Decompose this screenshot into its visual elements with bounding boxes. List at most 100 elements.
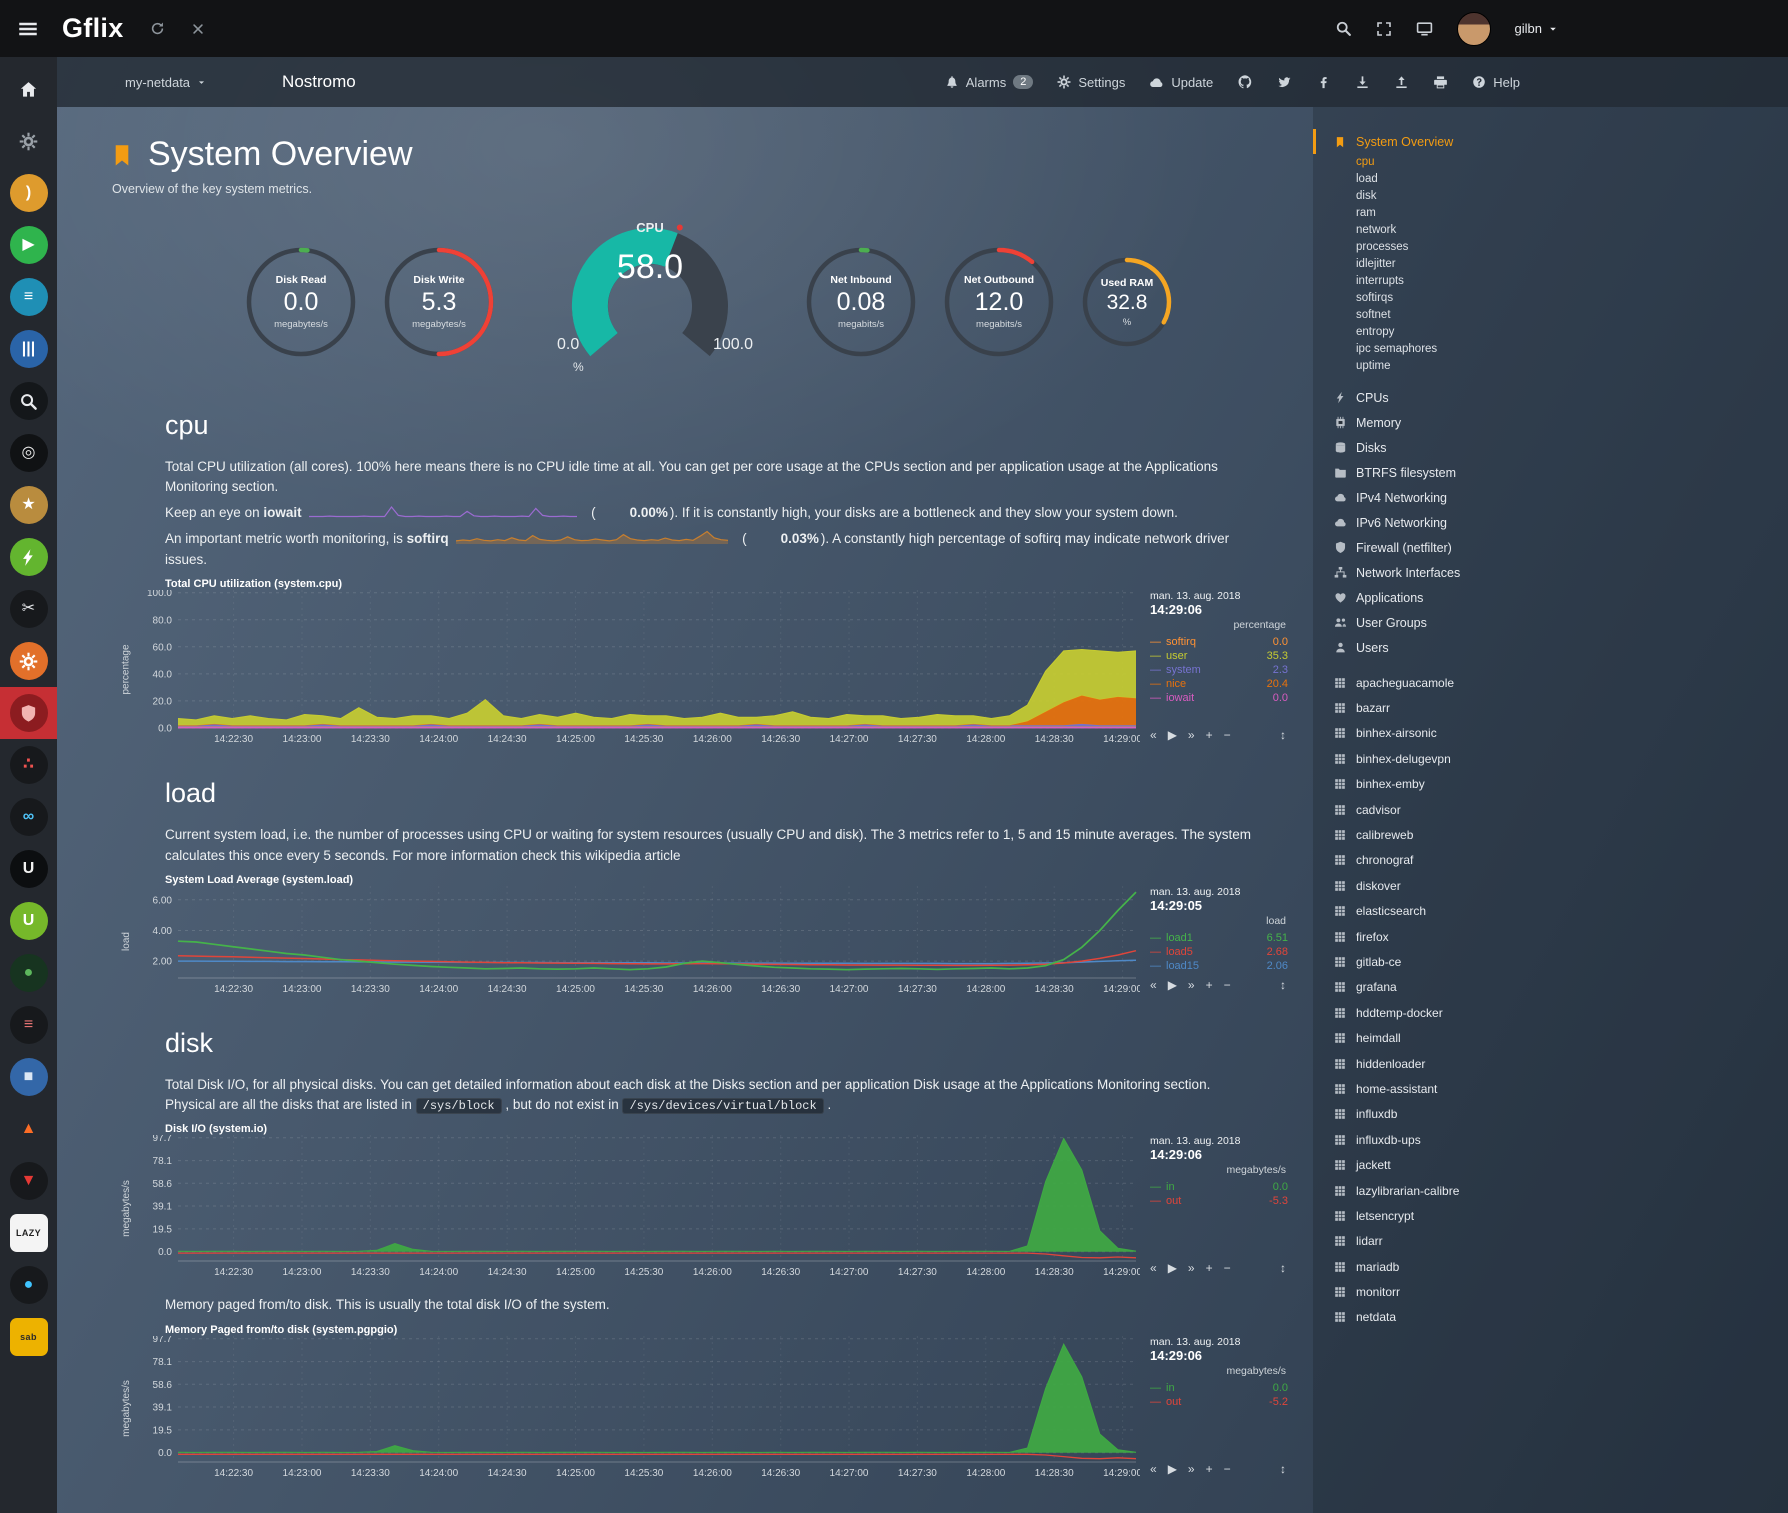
chart-resize-handle[interactable]: ↕ — [1280, 1261, 1286, 1275]
github-button[interactable] — [1237, 74, 1253, 90]
sidebar-item-lazylibrarian-calibre[interactable]: lazylibrarian-calibre — [1333, 1178, 1788, 1203]
legend-item-out[interactable]: —out-5.2 — [1150, 1395, 1288, 1409]
hamburger-menu-icon[interactable] — [18, 19, 38, 39]
sidebar-item-hiddenloader[interactable]: hiddenloader — [1333, 1051, 1788, 1076]
sidebar-subitem-ipc-semaphores[interactable]: ipc semaphores — [1333, 341, 1788, 358]
sidebar-item-users[interactable]: Users — [1333, 635, 1788, 660]
chart-tool-rewind[interactable]: « — [1150, 978, 1157, 992]
wikipedia-link[interactable]: wikipedia article — [585, 848, 680, 863]
sidebar-app-red-shield-app[interactable] — [0, 687, 57, 739]
sidebar-app-dark-green-app[interactable]: ● — [0, 947, 57, 999]
export-button[interactable] — [1394, 75, 1409, 90]
sidebar-app-blue-rings-app[interactable]: ∞ — [0, 791, 57, 843]
chart-tool-zoom-in[interactable]: + — [1206, 978, 1213, 992]
sidebar-item-system-overview[interactable]: System Overview — [1313, 129, 1788, 154]
sidebar-item-grafana[interactable]: grafana — [1333, 975, 1788, 1000]
sidebar-app-orange-swirl-app[interactable]: ) — [0, 167, 57, 219]
chart-canvas[interactable]: 97.778.158.639.119.50.014:22:3014:23:001… — [134, 1336, 1140, 1482]
sidebar-app-lazylibrarian-app[interactable]: LAZY — [0, 1207, 57, 1259]
legend-item-softirq[interactable]: —softirq0.0 — [1150, 635, 1288, 649]
sidebar-item-influxdb[interactable]: influxdb — [1333, 1102, 1788, 1127]
sidebar-item-applications[interactable]: Applications — [1333, 585, 1788, 610]
chart-canvas[interactable]: 6.004.002.0014:22:3014:23:0014:23:3014:2… — [134, 886, 1140, 998]
sidebar-item-netdata[interactable]: netdata — [1333, 1305, 1788, 1330]
sidebar-item-firewall-netfilter[interactable]: Firewall (netfilter) — [1333, 535, 1788, 560]
sidebar-subitem-uptime[interactable]: uptime — [1333, 358, 1788, 375]
sidebar-app-home[interactable] — [0, 63, 57, 115]
sidebar-item-lidarr[interactable]: lidarr — [1333, 1229, 1788, 1254]
legend-item-load15[interactable]: —load152.06 — [1150, 959, 1288, 973]
fullscreen-icon[interactable] — [1376, 21, 1392, 37]
sidebar-item-diskover[interactable]: diskover — [1333, 873, 1788, 898]
chart-tool-forward[interactable]: » — [1188, 1462, 1195, 1476]
chart-resize-handle[interactable]: ↕ — [1280, 978, 1286, 992]
sidebar-app-sabnzbd-app[interactable]: sab — [0, 1311, 57, 1363]
sidebar-app-ring-app[interactable]: ◎ — [0, 427, 57, 479]
server-dropdown[interactable]: my-netdata — [125, 75, 206, 90]
sidebar-item-memory[interactable]: Memory — [1333, 410, 1788, 435]
sidebar-item-jackett[interactable]: jackett — [1333, 1152, 1788, 1177]
softirq-sparkline[interactable] — [456, 529, 728, 550]
sidebar-app-blue-bars-app[interactable]: ||| — [0, 323, 57, 375]
sidebar-app-gold-star-app[interactable]: ★ — [0, 479, 57, 531]
sidebar-item-firefox[interactable]: firefox — [1333, 924, 1788, 949]
update-button[interactable]: Update — [1149, 75, 1213, 90]
sidebar-item-cpus[interactable]: CPUs — [1333, 385, 1788, 410]
sidebar-item-binhex-airsonic[interactable]: binhex-airsonic — [1333, 721, 1788, 746]
sidebar-app-unraid-app[interactable]: U — [0, 843, 57, 895]
sidebar-subitem-softirqs[interactable]: softirqs — [1333, 290, 1788, 307]
legend-item-nice[interactable]: —nice20.4 — [1150, 677, 1288, 691]
sidebar-item-elasticsearch[interactable]: elasticsearch — [1333, 899, 1788, 924]
sidebar-subitem-processes[interactable]: processes — [1333, 239, 1788, 256]
sidebar-app-teal-stack-app[interactable]: ≡ — [0, 271, 57, 323]
cast-icon[interactable] — [1416, 20, 1433, 37]
gauge-net-inbound[interactable]: Net Inbound0.08megabits/s — [803, 244, 919, 360]
settings-button[interactable]: Settings — [1057, 75, 1125, 90]
print-button[interactable] — [1433, 75, 1448, 90]
legend-item-in[interactable]: —in0.0 — [1150, 1180, 1288, 1194]
sidebar-subitem-softnet[interactable]: softnet — [1333, 307, 1788, 324]
chart-tool-play[interactable]: ▶ — [1168, 978, 1177, 992]
sidebar-item-disks[interactable]: Disks — [1333, 435, 1788, 460]
chart-tool-play[interactable]: ▶ — [1168, 1462, 1177, 1476]
sidebar-item-network-interfaces[interactable]: Network Interfaces — [1333, 560, 1788, 585]
sidebar-app-green-play-app[interactable]: ▶ — [0, 219, 57, 271]
sidebar-item-influxdb-ups[interactable]: influxdb-ups — [1333, 1127, 1788, 1152]
sidebar-app-green-u-app[interactable]: U — [0, 895, 57, 947]
gauge-disk-write[interactable]: Disk Write5.3megabytes/s — [381, 244, 497, 360]
chart-tool-play[interactable]: ▶ — [1168, 728, 1177, 742]
sidebar-item-letsencrypt[interactable]: letsencrypt — [1333, 1203, 1788, 1228]
chart-tool-zoom-in[interactable]: + — [1206, 1462, 1213, 1476]
sidebar-item-ipv4-networking[interactable]: IPv4 Networking — [1333, 485, 1788, 510]
sidebar-subitem-ram[interactable]: ram — [1333, 205, 1788, 222]
sidebar-item-heimdall[interactable]: heimdall — [1333, 1025, 1788, 1050]
chart-tool-zoom-out[interactable]: − — [1224, 1261, 1231, 1275]
sidebar-app-search-app[interactable] — [0, 375, 57, 427]
chart-tool-rewind[interactable]: « — [1150, 728, 1157, 742]
sidebar-app-scissors-app[interactable]: ✂ — [0, 583, 57, 635]
sidebar-app-green-bolt-app[interactable] — [0, 531, 57, 583]
sidebar-item-gitlab-ce[interactable]: gitlab-ce — [1333, 949, 1788, 974]
sidebar-item-binhex-emby[interactable]: binhex-emby — [1333, 772, 1788, 797]
sidebar-app-red-dots-app[interactable]: ∴ — [0, 739, 57, 791]
sidebar-app-gitlab-app[interactable]: ▲ — [0, 1103, 57, 1155]
sidebar-subitem-load[interactable]: load — [1333, 171, 1788, 188]
sidebar-subitem-idlejitter[interactable]: idlejitter — [1333, 256, 1788, 273]
sidebar-item-calibreweb[interactable]: calibreweb — [1333, 822, 1788, 847]
chart-resize-handle[interactable]: ↕ — [1280, 1462, 1286, 1476]
legend-item-user[interactable]: —user35.3 — [1150, 649, 1288, 663]
legend-item-out[interactable]: —out-5.3 — [1150, 1194, 1288, 1208]
sidebar-item-hddtemp-docker[interactable]: hddtemp-docker — [1333, 1000, 1788, 1025]
user-menu[interactable]: gilbn — [1515, 21, 1558, 36]
chart-tool-forward[interactable]: » — [1188, 978, 1195, 992]
close-icon[interactable] — [191, 22, 205, 36]
legend-item-system[interactable]: —system2.3 — [1150, 663, 1288, 677]
twitter-button[interactable] — [1277, 75, 1292, 90]
sidebar-subitem-entropy[interactable]: entropy — [1333, 324, 1788, 341]
sidebar-app-settings[interactable] — [0, 115, 57, 167]
facebook-button[interactable] — [1316, 75, 1331, 90]
alarms-button[interactable]: Alarms2 — [945, 75, 1034, 90]
chart-tool-rewind[interactable]: « — [1150, 1261, 1157, 1275]
sidebar-item-user-groups[interactable]: User Groups — [1333, 610, 1788, 635]
chart-tool-zoom-out[interactable]: − — [1224, 728, 1231, 742]
